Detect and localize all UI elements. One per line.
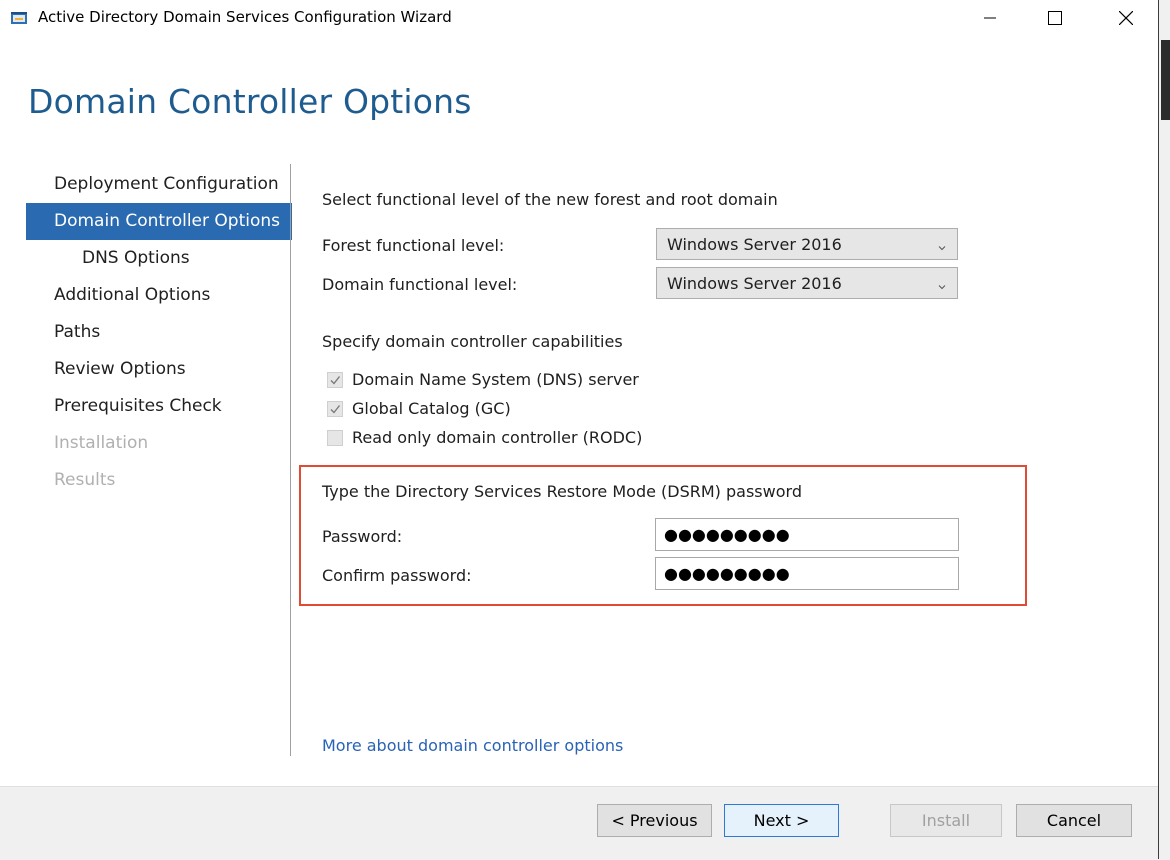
domain-level-label: Domain functional level: [322, 275, 518, 294]
cancel-button[interactable]: Cancel [1016, 804, 1132, 837]
functional-level-heading: Select functional level of the new fores… [322, 190, 778, 209]
nav-item-deployment-configuration[interactable]: Deployment Configuration [26, 166, 292, 203]
page-title: Domain Controller Options [28, 82, 472, 121]
checkbox-box [327, 400, 343, 417]
nav-divider [290, 164, 291, 756]
wizard-window: Active Directory Domain Services Configu… [0, 0, 1158, 860]
nav-item-review-options[interactable]: Review Options [26, 351, 292, 388]
nav-item-installation: Installation [54, 433, 149, 453]
global-catalog-checkbox[interactable]: Global Catalog (GC) [327, 399, 511, 418]
maximize-button[interactable] [1032, 0, 1078, 36]
ad-wizard-app-icon [10, 10, 28, 26]
install-button: Install [890, 804, 1002, 837]
chevron-down-icon [937, 277, 947, 296]
confirm-password-value: ●●●●●●●●● [664, 564, 790, 583]
forest-level-value: Windows Server 2016 [667, 235, 842, 254]
nav-item-paths[interactable]: Paths [26, 314, 292, 351]
forest-level-label: Forest functional level: [322, 236, 505, 255]
background-window-dark-bar [1161, 40, 1170, 120]
window-title: Active Directory Domain Services Configu… [38, 8, 452, 26]
confirm-password-field[interactable]: ●●●●●●●●● [655, 557, 959, 590]
password-field[interactable]: ●●●●●●●●● [655, 518, 959, 551]
nav-item-results: Results [54, 470, 116, 490]
check-icon [330, 375, 341, 385]
wizard-nav: Deployment Configuration Domain Controll… [26, 166, 292, 499]
nav-item-dns-options[interactable]: DNS Options [26, 240, 292, 277]
title-bar: Active Directory Domain Services Configu… [0, 0, 1158, 36]
nav-item-additional-options[interactable]: Additional Options [26, 277, 292, 314]
domain-level-value: Windows Server 2016 [667, 274, 842, 293]
checkbox-box [327, 429, 343, 446]
more-about-dc-options-link[interactable]: More about domain controller options [322, 736, 623, 755]
check-icon [330, 404, 341, 414]
confirm-password-label: Confirm password: [322, 566, 472, 585]
nav-item-prerequisites-check[interactable]: Prerequisites Check [26, 388, 292, 425]
password-label: Password: [322, 527, 403, 546]
dsrm-heading: Type the Directory Services Restore Mode… [322, 482, 802, 501]
background-window-edge [1158, 0, 1170, 859]
wizard-header: Domain Controller Options [0, 36, 1158, 160]
maximize-icon [1048, 11, 1062, 25]
password-value: ●●●●●●●●● [664, 525, 790, 544]
capabilities-heading: Specify domain controller capabilities [322, 332, 623, 351]
chevron-down-icon [937, 238, 947, 257]
checkbox-box [327, 371, 343, 388]
dns-server-label: Domain Name System (DNS) server [352, 370, 639, 389]
next-button[interactable]: Next > [724, 804, 839, 837]
nav-item-domain-controller-options[interactable]: Domain Controller Options [26, 203, 292, 240]
minimize-icon [984, 17, 996, 19]
domain-level-select[interactable]: Windows Server 2016 [656, 267, 958, 299]
minimize-button[interactable] [967, 0, 1013, 36]
previous-button[interactable]: < Previous [597, 804, 712, 837]
close-button[interactable] [1103, 0, 1149, 36]
dns-server-checkbox[interactable]: Domain Name System (DNS) server [327, 370, 639, 389]
target-server-panel [918, 76, 1150, 140]
global-catalog-label: Global Catalog (GC) [352, 399, 511, 418]
close-icon [1119, 11, 1133, 25]
rodc-checkbox[interactable]: Read only domain controller (RODC) [327, 428, 642, 447]
rodc-label: Read only domain controller (RODC) [352, 428, 643, 447]
forest-level-select[interactable]: Windows Server 2016 [656, 228, 958, 260]
